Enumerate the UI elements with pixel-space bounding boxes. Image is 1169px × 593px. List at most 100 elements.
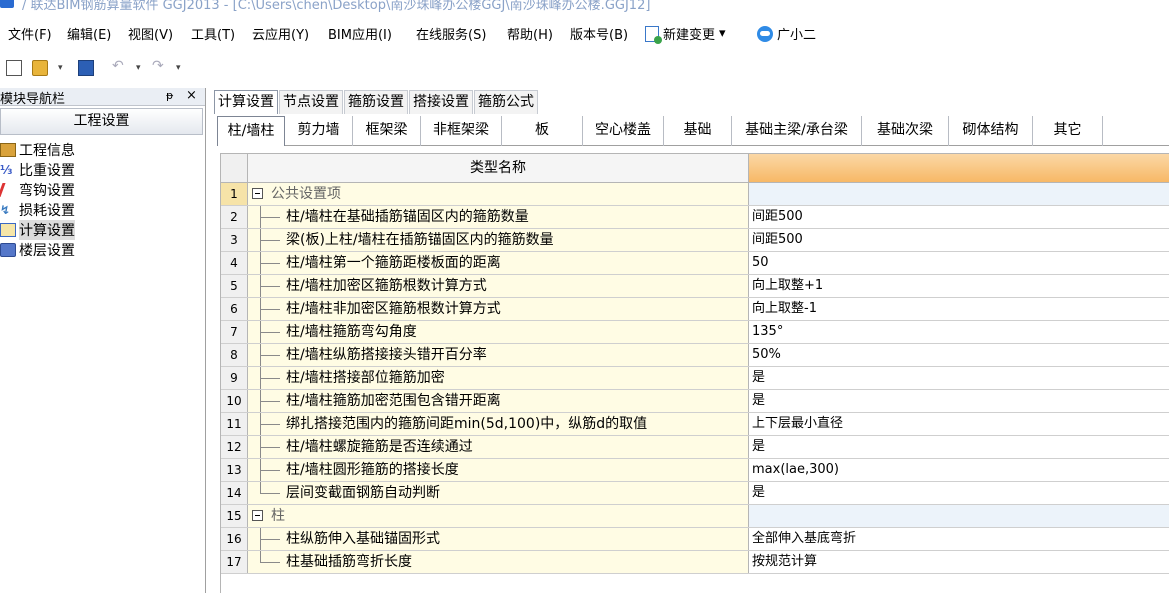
row-value-cell[interactable]: 50% [749, 344, 1169, 366]
nav-item-label: 损耗设置 [19, 203, 75, 219]
row-name-text: 柱/墙柱搭接部位箍筋加密 [286, 370, 445, 386]
tab-hollow-floor[interactable]: 空心楼盖 [583, 116, 664, 146]
nav-item-project-info[interactable]: 工程信息 [0, 140, 75, 160]
row-value-cell[interactable]: 间距500 [749, 206, 1169, 228]
row-value-cell[interactable]: 是 [749, 436, 1169, 458]
table-row[interactable]: 12 柱/墙柱螺旋箍筋是否连续通过 是 [221, 436, 1169, 459]
nav-item-hook[interactable]: 弯钩设置 [0, 180, 75, 200]
tab-foundation-main-beam[interactable]: 基础主梁/承台梁 [732, 116, 862, 146]
close-icon[interactable]: × [186, 88, 197, 103]
menu-bim[interactable]: BIM应用(I) [328, 24, 392, 43]
tab-nonframe-beam[interactable]: 非框架梁 [421, 116, 502, 146]
tab-slab[interactable]: 板 [502, 116, 583, 146]
table-row[interactable]: 9 柱/墙柱搭接部位箍筋加密 是 [221, 367, 1169, 390]
assistant-button[interactable]: 广小二 [757, 24, 816, 43]
table-row[interactable]: 10 柱/墙柱箍筋加密范围包含错开距离 是 [221, 390, 1169, 413]
row-value-cell[interactable]: 全部伸入基底弯折 [749, 528, 1169, 550]
row-number: 14 [221, 482, 248, 504]
nav-item-loss[interactable]: ↯ 损耗设置 [0, 200, 75, 220]
tab-calc-settings[interactable]: 计算设置 [214, 90, 278, 114]
module-navigator: 模块导航栏 ᵽ × 工程设置 工程信息 ⅓ 比重设置 弯钩设置 ↯ 损耗设置 计算设… [0, 88, 206, 593]
new-file-icon[interactable] [6, 60, 22, 76]
table-row[interactable]: 5 柱/墙柱加密区箍筋根数计算方式 向上取整+1 [221, 275, 1169, 298]
tab-lap-settings[interactable]: 搭接设置 [409, 90, 473, 114]
tree-line-icon [260, 436, 282, 458]
row-name-cell: 柱/墙柱在基础插筋锚固区内的箍筋数量 [248, 206, 749, 228]
tab-foundation-sub-beam[interactable]: 基础次梁 [862, 116, 949, 146]
tab-other[interactable]: 其它 [1033, 116, 1103, 146]
tab-shear-wall[interactable]: 剪力墙 [285, 116, 353, 146]
tab-frame-beam[interactable]: 框架梁 [353, 116, 421, 146]
menu-file[interactable]: 文件(F) [8, 24, 52, 43]
collapse-icon[interactable] [252, 188, 263, 199]
nav-list: 工程信息 ⅓ 比重设置 弯钩设置 ↯ 损耗设置 计算设置 楼层设置 [0, 140, 75, 260]
tab-masonry[interactable]: 砌体结构 [949, 116, 1033, 146]
redo-icon[interactable]: ↷ [152, 58, 168, 74]
redo-dropdown-icon[interactable]: ▾ [176, 63, 184, 79]
row-value-cell[interactable] [749, 505, 1169, 527]
row-name-cell: 柱/墙柱第一个箍筋距楼板面的距离 [248, 252, 749, 274]
tab-stirrup-settings[interactable]: 箍筋设置 [344, 90, 408, 114]
row-number: 6 [221, 298, 248, 320]
row-value-cell[interactable]: 间距500 [749, 229, 1169, 251]
tab-stirrup-formula[interactable]: 箍筋公式 [474, 90, 538, 114]
row-name-cell: 层间变截面钢筋自动判断 [248, 482, 749, 504]
row-value-cell[interactable]: 按规范计算 [749, 551, 1169, 573]
table-row[interactable]: 7 柱/墙柱箍筋弯勾角度 135° [221, 321, 1169, 344]
table-row[interactable]: 13 柱/墙柱圆形箍筋的搭接长度 max(lae,300) [221, 459, 1169, 482]
table-group-row[interactable]: 1 公共设置项 [221, 183, 1169, 206]
table-row[interactable]: 17 柱基础插筋弯折长度 按规范计算 [221, 551, 1169, 574]
nav-title: 模块导航栏 [0, 92, 66, 107]
row-value-cell[interactable]: 向上取整-1 [749, 298, 1169, 320]
row-value-cell[interactable]: 135° [749, 321, 1169, 343]
row-value-cell[interactable]: 50 [749, 252, 1169, 274]
collapse-icon[interactable] [252, 510, 263, 521]
menu-view[interactable]: 视图(V) [128, 24, 173, 43]
pin-icon[interactable]: ᵽ [166, 89, 173, 102]
row-name-text: 柱/墙柱箍筋弯勾角度 [286, 324, 417, 340]
table-row[interactable]: 11 绑扎搭接范围内的箍筋间距min(5d,100)中，纵筋d的取值 上下层最小直径 [221, 413, 1169, 436]
table-row[interactable]: 3 梁(板)上柱/墙柱在插筋锚固区内的箍筋数量 间距500 [221, 229, 1169, 252]
table-row[interactable]: 2 柱/墙柱在基础插筋锚固区内的箍筋数量 间距500 [221, 206, 1169, 229]
menu-cloud[interactable]: 云应用(Y) [252, 24, 309, 43]
row-number: 7 [221, 321, 248, 343]
menu-help[interactable]: 帮助(H) [507, 24, 553, 43]
row-value-cell[interactable]: 是 [749, 482, 1169, 504]
table-row[interactable]: 14 层间变截面钢筋自动判断 是 [221, 482, 1169, 505]
row-name-text: 柱 [271, 508, 285, 524]
row-value-cell[interactable]: 是 [749, 367, 1169, 389]
row-number: 16 [221, 528, 248, 550]
open-folder-icon[interactable] [32, 60, 48, 76]
row-number: 12 [221, 436, 248, 458]
menu-edit[interactable]: 编辑(E) [67, 24, 111, 43]
table-row[interactable]: 16 柱纵筋伸入基础锚固形式 全部伸入基底弯折 [221, 528, 1169, 551]
undo-dropdown-icon[interactable]: ▾ [136, 63, 144, 79]
tab-foundation[interactable]: 基础 [664, 116, 732, 146]
table-row[interactable]: 6 柱/墙柱非加密区箍筋根数计算方式 向上取整-1 [221, 298, 1169, 321]
header-value [749, 154, 1169, 182]
row-value-cell[interactable]: 上下层最小直径 [749, 413, 1169, 435]
table-row[interactable]: 8 柱/墙柱纵筋搭接接头错开百分率 50% [221, 344, 1169, 367]
nav-item-label: 楼层设置 [19, 243, 75, 259]
open-dropdown-icon[interactable]: ▾ [58, 63, 66, 79]
row-value-cell[interactable]: 是 [749, 390, 1169, 412]
nav-item-floor[interactable]: 楼层设置 [0, 240, 75, 260]
new-change-button[interactable]: 新建变更 ▾ [645, 24, 726, 44]
nav-section-header[interactable]: 工程设置 [0, 108, 203, 135]
menu-tools[interactable]: 工具(T) [191, 24, 235, 43]
undo-icon[interactable]: ↶ [112, 58, 128, 74]
save-icon[interactable] [78, 60, 94, 76]
row-value-cell[interactable]: 向上取整+1 [749, 275, 1169, 297]
nav-item-calc[interactable]: 计算设置 [0, 220, 75, 240]
table-group-row[interactable]: 15 柱 [221, 505, 1169, 528]
row-number: 8 [221, 344, 248, 366]
row-value-cell[interactable] [749, 183, 1169, 205]
menu-version[interactable]: 版本号(B) [570, 24, 628, 43]
row-value-cell[interactable]: max(lae,300) [749, 459, 1169, 481]
tab-column[interactable]: 柱/墙柱 [217, 116, 285, 146]
nav-item-weight[interactable]: ⅓ 比重设置 [0, 160, 75, 180]
component-tabs: 柱/墙柱 剪力墙 框架梁 非框架梁 板 空心楼盖 基础 基础主梁/承台梁 基础次… [217, 116, 1169, 146]
tab-node-settings[interactable]: 节点设置 [279, 90, 343, 114]
menu-online[interactable]: 在线服务(S) [416, 24, 486, 43]
table-row[interactable]: 4 柱/墙柱第一个箍筋距楼板面的距离 50 [221, 252, 1169, 275]
